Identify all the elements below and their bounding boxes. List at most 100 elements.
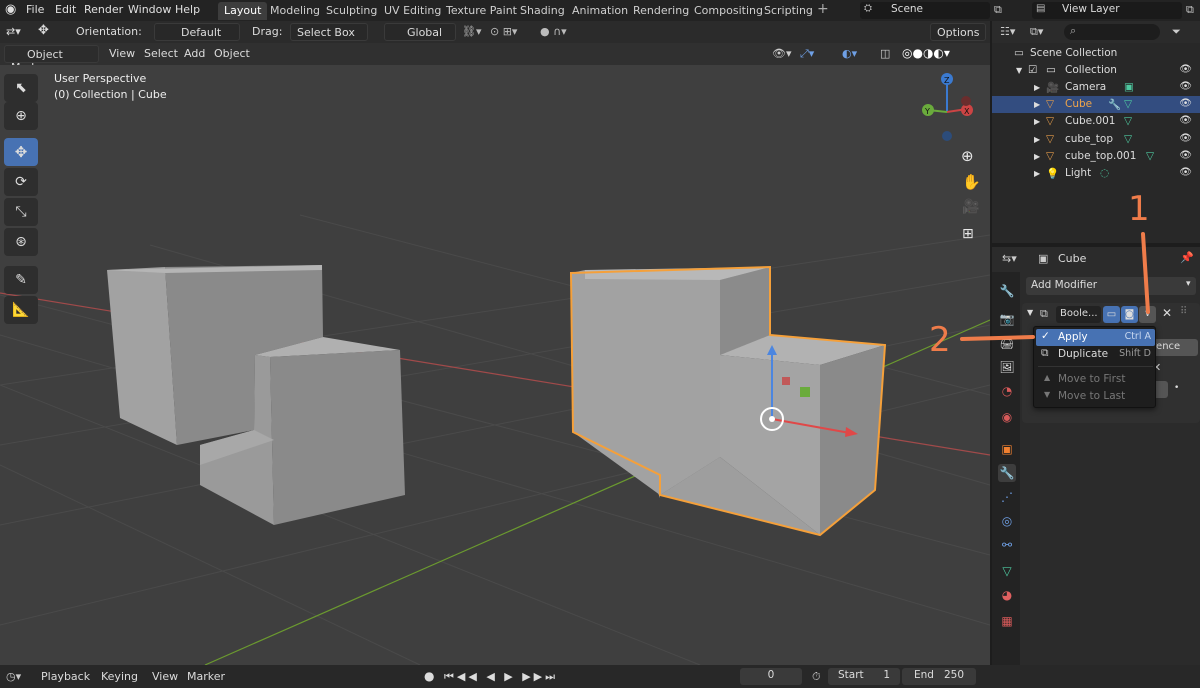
mode-dropdown[interactable]: Object Mode [4, 45, 99, 74]
expand-icon[interactable]: ▶ [1034, 83, 1040, 92]
new-scene-icon[interactable]: ⧉ [994, 3, 1002, 17]
close-icon[interactable]: ✕ [1162, 306, 1172, 320]
proportional-edit-icon[interactable]: ● ∩▾ [540, 25, 567, 38]
snap-icon[interactable]: ⊙ ⊞▾ [490, 25, 517, 38]
tool-cursor[interactable]: ⊕ [4, 102, 38, 130]
drag-handle-icon[interactable]: ⠿ [1180, 306, 1187, 317]
expand-icon[interactable]: ▼ [1016, 66, 1022, 75]
keying-menu[interactable]: Keying [101, 670, 138, 683]
zoom-icon[interactable]: ⊕ [961, 147, 974, 165]
3d-viewport[interactable]: Z X Y User Perspective (0) Collection | … [0, 65, 990, 665]
filter-icon[interactable]: ⏷ [1172, 25, 1181, 39]
tab-uv-editing[interactable]: UV Editing [378, 2, 447, 20]
options-dropdown[interactable]: Options [930, 23, 986, 41]
xray-icon[interactable]: ◫ [880, 47, 890, 60]
menu-edit[interactable]: Edit [55, 3, 76, 16]
display-mode-icon[interactable]: ⧉▾ [1030, 25, 1043, 39]
visibility-icon[interactable]: 👁▾ [772, 47, 792, 60]
outliner-collection[interactable]: ▼ ☑ ▭ Collection 👁 [992, 62, 1200, 79]
menu-view[interactable]: View [109, 47, 135, 60]
tool-rotate[interactable]: ⟳ [4, 168, 38, 196]
checkbox-icon[interactable]: ☑ [1028, 64, 1037, 76]
outliner-item-cube[interactable]: ▶ ▽ Cube 🔧 ▽ 👁 [992, 96, 1200, 113]
object-tab-icon[interactable]: ▣ [998, 440, 1016, 458]
menu-object[interactable]: Object [214, 47, 250, 60]
start-frame-field[interactable]: Start 1 [828, 668, 900, 685]
expand-icon[interactable]: ▶ [1034, 135, 1040, 144]
tool-select[interactable]: ⬉ [4, 74, 38, 102]
outliner-item-cube-top-001[interactable]: ▶ ▽ cube_top.001 ▽ 👁 [992, 148, 1200, 165]
gizmo-icon[interactable]: ⤢▾ [800, 47, 814, 61]
drag-dropdown[interactable]: Select Box [290, 23, 368, 41]
marker-menu[interactable]: Marker [187, 670, 225, 683]
eye-icon[interactable]: 👁 [1179, 64, 1192, 75]
modifier-tab-icon[interactable]: 🔧 [998, 464, 1016, 482]
outliner-item-light[interactable]: ▶ 💡 Light ◌ 👁 [992, 165, 1200, 182]
menu-window[interactable]: Window [128, 3, 171, 16]
scene-tab-icon[interactable]: ◔ [998, 382, 1016, 400]
outliner-item-cube-top[interactable]: ▶ ▽ cube_top ▽ 👁 [992, 131, 1200, 148]
expand-icon[interactable]: ▶ [1034, 152, 1040, 161]
scene-selector[interactable]: ⛭ Scene [860, 2, 990, 19]
tab-layout[interactable]: Layout [218, 2, 268, 20]
tab-shading[interactable]: Shading [514, 2, 571, 20]
menu-render[interactable]: Render [84, 3, 123, 16]
outliner-editor-icon[interactable]: ☷▾ [1000, 25, 1015, 38]
overlay-icon[interactable]: ◐▾ [842, 47, 857, 60]
material-tab-icon[interactable]: ◕ [998, 586, 1016, 604]
orientation-dropdown[interactable]: Default [154, 23, 240, 41]
constraints-tab-icon[interactable]: ⚯ [998, 536, 1016, 554]
hand-pan-icon[interactable]: ✋ [962, 173, 981, 191]
tool-transform[interactable]: ⊛ [4, 228, 38, 256]
left-object[interactable] [107, 265, 405, 525]
tool-measure[interactable]: 📐 [4, 296, 38, 324]
menu-select[interactable]: Select [144, 47, 178, 60]
menu-item-move-to-last[interactable]: ▼ Move to Last [1036, 388, 1155, 405]
outliner-scene-collection[interactable]: ▭ Scene Collection [992, 45, 1200, 62]
world-tab-icon[interactable]: ◉ [998, 408, 1016, 426]
menu-item-move-to-first[interactable]: ▲ Move to First [1036, 371, 1155, 388]
new-view-layer-icon[interactable]: ⧉ [1186, 3, 1194, 17]
eye-icon[interactable]: 👁 [1179, 150, 1192, 161]
selected-cube[interactable] [569, 265, 887, 537]
menu-file[interactable]: File [26, 3, 44, 16]
end-frame-field[interactable]: End 250 [902, 668, 976, 685]
expand-icon[interactable]: ▶ [1034, 169, 1040, 178]
menu-add[interactable]: Add [184, 47, 205, 60]
playback-menu[interactable]: Playback [41, 670, 90, 683]
menu-help[interactable]: Help [175, 3, 200, 16]
tab-texture-paint[interactable]: Texture Paint [440, 2, 523, 20]
particles-tab-icon[interactable]: ⋰ [998, 488, 1016, 506]
view-layer-selector[interactable]: ▤ View Layer [1032, 2, 1182, 19]
current-frame-field[interactable]: 0 [740, 668, 802, 685]
view-layer-tab-icon[interactable]: 🖼 [998, 358, 1016, 376]
texture-tab-icon[interactable]: ▦ [998, 612, 1016, 630]
eye-icon[interactable]: 👁 [1179, 133, 1192, 144]
tab-scripting[interactable]: Scripting [758, 2, 819, 20]
tab-rendering[interactable]: Rendering [627, 2, 695, 20]
move-gizmo-icon[interactable]: ✥ [38, 23, 49, 38]
tab-compositing[interactable]: Compositing [688, 2, 769, 20]
expand-icon[interactable]: ▶ [1034, 117, 1040, 126]
eye-icon[interactable]: 👁 [1179, 81, 1192, 92]
physics-tab-icon[interactable]: ◎ [998, 512, 1016, 530]
timeline-editor-icon[interactable]: ◷▾ [6, 670, 21, 683]
tab-modeling[interactable]: Modeling [264, 2, 326, 20]
tool-annotate[interactable]: ✎ [4, 266, 38, 294]
pivot-icon[interactable]: ⛓▾ [462, 25, 482, 38]
view-menu[interactable]: View [152, 670, 178, 683]
tab-animation[interactable]: Animation [566, 2, 634, 20]
transform-space-dropdown[interactable]: Global [384, 23, 456, 41]
outliner-item-camera[interactable]: ▶ 🎥 Camera ▣ 👁 [992, 79, 1200, 96]
outliner-search-input[interactable]: ⌕ [1064, 24, 1160, 40]
add-workspace-icon[interactable]: + [817, 1, 829, 17]
data-tab-icon[interactable]: ▽ [998, 562, 1016, 580]
tool-scale[interactable]: ⤡ [4, 198, 38, 226]
tab-sculpting[interactable]: Sculpting [320, 2, 383, 20]
playback-controls-icon[interactable]: ⏮◀◀ ◀ ▶ ▶▶⏭ [444, 670, 558, 684]
outliner-item-cube-001[interactable]: ▶ ▽ Cube.001 ▽ 👁 [992, 113, 1200, 130]
pin-icon[interactable]: 📌 [1180, 251, 1194, 264]
eye-icon[interactable]: 👁 [1179, 98, 1192, 109]
eye-icon[interactable]: 👁 [1179, 115, 1192, 126]
clock-icon[interactable]: ⏱ [812, 670, 821, 684]
